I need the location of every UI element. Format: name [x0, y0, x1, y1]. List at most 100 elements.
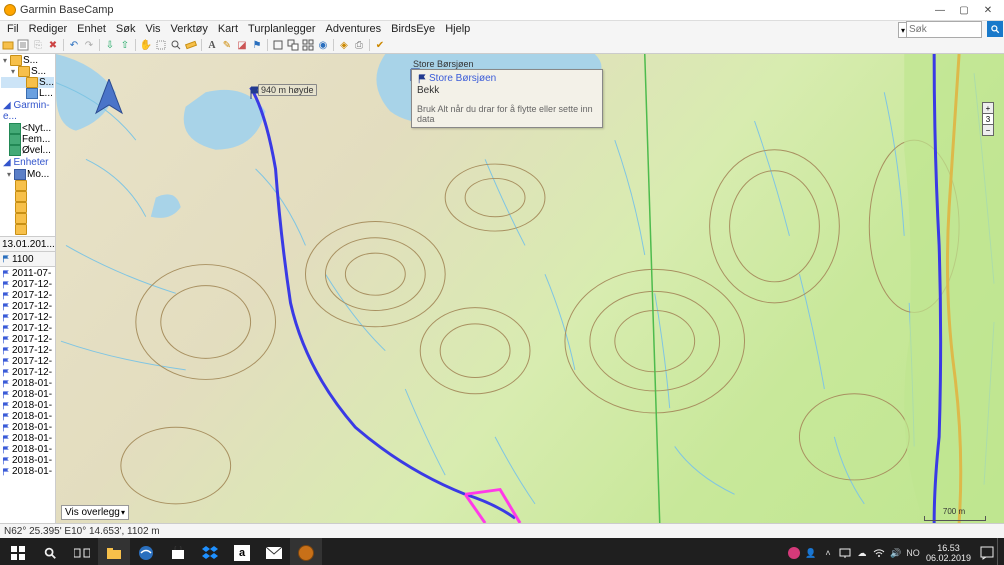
- pencil-tool-icon[interactable]: ✎: [221, 39, 233, 51]
- menu-birdseye[interactable]: BirdsEye: [386, 23, 440, 35]
- start-button[interactable]: [2, 538, 34, 565]
- taskbar-app-store[interactable]: [162, 538, 194, 565]
- list-item[interactable]: 2017-12-: [0, 334, 55, 345]
- globe-icon[interactable]: ◉: [317, 39, 329, 51]
- menu-sok[interactable]: Søk: [111, 23, 141, 35]
- menu-enhet[interactable]: Enhet: [72, 23, 111, 35]
- delete-icon[interactable]: ✖: [47, 39, 59, 51]
- flag-icon: [2, 347, 10, 355]
- tray-language-icon[interactable]: NO: [906, 546, 920, 560]
- menu-rediger[interactable]: Rediger: [24, 23, 73, 35]
- receive-from-device-icon[interactable]: ⇧: [119, 39, 131, 51]
- device-icon: [9, 134, 21, 145]
- status-bar: N62° 25.395' E10° 14.653', 1102 m: [0, 523, 1004, 538]
- tray-volume-icon[interactable]: 🔊: [889, 546, 903, 560]
- search-button[interactable]: [987, 21, 1003, 37]
- taskbar-app-mail[interactable]: [258, 538, 290, 565]
- list-item[interactable]: 2018-01-: [0, 422, 55, 433]
- menu-turplanlegger[interactable]: Turplanlegger: [243, 23, 320, 35]
- taskbar-app-basecamp[interactable]: [290, 538, 322, 565]
- map-view[interactable]: 940 m høyde Store Børsjøen Store Børsjøe…: [56, 54, 1004, 523]
- copy-icon[interactable]: ⎘: [32, 39, 44, 51]
- list-item[interactable]: 2017-12-: [0, 290, 55, 301]
- list-item[interactable]: 2018-01-: [0, 444, 55, 455]
- options-icon[interactable]: ✔: [374, 39, 386, 51]
- undo-icon[interactable]: ↶: [68, 39, 80, 51]
- window-titlebar: Garmin BaseCamp — ▢ ✕: [0, 0, 1004, 21]
- list-item[interactable]: 2018-01-: [0, 466, 55, 477]
- tray-onedrive-icon[interactable]: ☁: [855, 546, 869, 560]
- tray-chevron-up-icon[interactable]: ˄: [821, 546, 835, 560]
- taskbar-app-edge[interactable]: [130, 538, 162, 565]
- device-icon: [14, 169, 26, 180]
- text-tool-icon[interactable]: A: [206, 39, 218, 51]
- taskbar-clock[interactable]: 16.53 06.02.2019: [926, 543, 971, 563]
- select-tool-icon[interactable]: [155, 39, 167, 51]
- zoom-out-button[interactable]: −: [982, 124, 994, 136]
- list-item[interactable]: 2018-01-: [0, 378, 55, 389]
- list-item[interactable]: 2018-01-: [0, 455, 55, 466]
- library-tree[interactable]: ▾S... ▾S... S... L... ◢ Garmin-e... <Nyt…: [0, 54, 55, 237]
- layer-icon[interactable]: [272, 39, 284, 51]
- notifications-icon[interactable]: [977, 538, 997, 565]
- list-item[interactable]: 2018-01-: [0, 389, 55, 400]
- menu-vis[interactable]: Vis: [140, 23, 165, 35]
- list-item[interactable]: 2017-12-: [0, 367, 55, 378]
- task-view-icon[interactable]: [66, 538, 98, 565]
- layers-icon[interactable]: [287, 39, 299, 51]
- list-header[interactable]: 13.01.201...⟳: [0, 237, 55, 252]
- taskbar-app-amazon[interactable]: a: [226, 538, 258, 565]
- menu-verktoy[interactable]: Verktøy: [166, 23, 213, 35]
- separator-icon: [201, 39, 202, 51]
- menu-fil[interactable]: Fil: [2, 23, 24, 35]
- tree-group-header[interactable]: ◢ Garmin-e...: [1, 99, 54, 123]
- list-item[interactable]: 2018-01-: [0, 433, 55, 444]
- flag-icon: [2, 281, 10, 289]
- tree-node[interactable]: ▾S...: [1, 55, 54, 66]
- grid-icon[interactable]: [302, 39, 314, 51]
- list-title-row[interactable]: 1100: [0, 252, 55, 267]
- tray-network-icon[interactable]: [838, 546, 852, 560]
- eraser-tool-icon[interactable]: ◪: [236, 39, 248, 51]
- zoom-tool-icon[interactable]: [170, 39, 182, 51]
- list-item[interactable]: 2011-07-: [0, 268, 55, 279]
- system-tray[interactable]: 👤 ˄ ☁ 🔊 NO: [787, 546, 920, 560]
- tree-group-header[interactable]: ◢ Enheter: [1, 156, 54, 169]
- list-item[interactable]: 2017-12-: [0, 312, 55, 323]
- hand-tool-icon[interactable]: ✋: [140, 39, 152, 51]
- tray-app-icon[interactable]: [787, 546, 801, 560]
- waypoint-list[interactable]: 2011-07-2017-12-2017-12-2017-12-2017-12-…: [0, 267, 55, 523]
- waypoint-tool-icon[interactable]: ⚑: [251, 39, 263, 51]
- list-item[interactable]: 2018-01-: [0, 411, 55, 422]
- list-item[interactable]: 2017-12-: [0, 279, 55, 290]
- menu-kart[interactable]: Kart: [213, 23, 243, 35]
- show-desktop-button[interactable]: [997, 538, 1002, 565]
- list-item[interactable]: 2017-12-: [0, 301, 55, 312]
- list-item[interactable]: 2017-12-: [0, 345, 55, 356]
- list-item[interactable]: 2018-01-: [0, 400, 55, 411]
- menu-hjelp[interactable]: Hjelp: [440, 23, 475, 35]
- birdseye-icon[interactable]: ◈: [338, 39, 350, 51]
- tray-people-icon[interactable]: 👤: [804, 546, 818, 560]
- tray-wifi-icon[interactable]: [872, 546, 886, 560]
- taskbar-app-dropbox[interactable]: [194, 538, 226, 565]
- taskbar-app-explorer[interactable]: [98, 538, 130, 565]
- tree-node-selected[interactable]: S...: [1, 77, 54, 88]
- list-item[interactable]: 2017-12-: [0, 356, 55, 367]
- search-input[interactable]: [906, 21, 982, 38]
- overlay-selector[interactable]: Vis overlegg▾: [61, 505, 129, 520]
- measure-tool-icon[interactable]: [185, 39, 197, 51]
- redo-icon[interactable]: ↷: [83, 39, 95, 51]
- new-folder-icon[interactable]: [2, 39, 14, 51]
- zoom-control[interactable]: + 3 −: [982, 102, 994, 135]
- list-item[interactable]: 2017-12-: [0, 323, 55, 334]
- close-button[interactable]: ✕: [976, 1, 1000, 19]
- send-to-device-icon[interactable]: ⇩: [104, 39, 116, 51]
- new-list-icon[interactable]: [17, 39, 29, 51]
- search-icon[interactable]: [34, 538, 66, 565]
- maximize-button[interactable]: ▢: [952, 1, 976, 19]
- menu-adventures[interactable]: Adventures: [321, 23, 387, 35]
- print-icon[interactable]: ⎙: [353, 39, 365, 51]
- minimize-button[interactable]: —: [928, 1, 952, 19]
- main-area: ▾S... ▾S... S... L... ◢ Garmin-e... <Nyt…: [0, 54, 1004, 523]
